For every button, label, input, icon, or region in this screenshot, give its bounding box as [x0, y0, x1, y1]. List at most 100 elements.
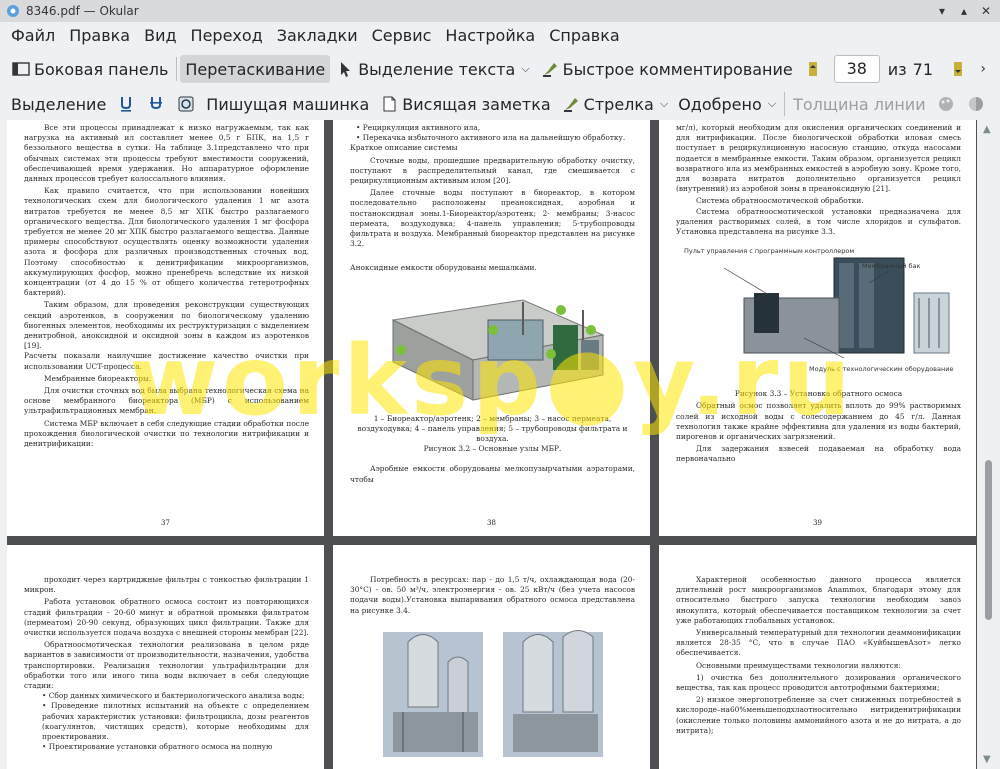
- page-number: 39: [813, 518, 822, 527]
- opacity-button[interactable]: [961, 90, 991, 118]
- figure-callout: Модуль с технологическим оборудованием: [809, 365, 954, 373]
- figure-caption: 1 – Биореактор/аэротенк; 2 – мембраны; 3…: [357, 413, 628, 444]
- list-item: Рециркуляция активного ила,: [356, 123, 635, 133]
- stamp-button[interactable]: [171, 90, 201, 118]
- page-paragraph: Система обратноосмотической установки пр…: [676, 206, 961, 237]
- pdf-page-40: проходит через картриджные фильтры с тон…: [7, 545, 324, 769]
- popup-note-button[interactable]: Висящая заметка: [374, 90, 555, 118]
- close-icon[interactable]: ✕: [976, 2, 996, 20]
- chevron-down-icon[interactable]: ⌵: [521, 62, 529, 76]
- toolbar-overflow-icon[interactable]: ›: [980, 61, 986, 77]
- page-paragraph: Характерной особенностью данного процесс…: [676, 575, 961, 625]
- menu-view[interactable]: Вид: [137, 22, 183, 50]
- document-viewport[interactable]: Все эти процессы принадлежат к низко наг…: [7, 120, 977, 769]
- list-item: Перекачка избыточного активного ила на д…: [356, 133, 635, 143]
- scrollbar-thumb[interactable]: [985, 460, 992, 620]
- stamp-icon: [178, 96, 194, 112]
- selection-button[interactable]: Выделение: [6, 90, 111, 118]
- pdf-page-42: Характерной особенностью данного процесс…: [659, 545, 976, 769]
- page-heading: Краткое описание системы: [350, 143, 458, 153]
- opacity-icon: [968, 97, 983, 111]
- page-paragraph: 1) очистка без дополнительного дозирован…: [676, 672, 961, 693]
- arrow-button[interactable]: Стрелка ⌵: [556, 90, 674, 118]
- page-paragraph: проходит через картриджные фильтры с тон…: [24, 575, 309, 595]
- menu-settings[interactable]: Настройка: [438, 22, 542, 50]
- drag-tool-button[interactable]: Перетаскивание: [180, 55, 331, 83]
- figure-callout: Мембранный бак: [862, 262, 921, 270]
- approved-label: Одобрено: [678, 94, 762, 114]
- okular-app-icon: [7, 5, 19, 17]
- previous-page-button[interactable]: [798, 55, 828, 83]
- evaporator-photos: [382, 629, 603, 757]
- typewriter-button[interactable]: Пишущая машинка: [201, 90, 374, 118]
- figure-label: Рисунок 3.2 – Основные узлы МБР.: [423, 444, 562, 454]
- page-paragraph: Как правило считается, что при использов…: [24, 186, 309, 298]
- note-icon: [383, 96, 396, 112]
- typewriter-label: Пишущая машинка: [206, 94, 370, 114]
- page-paragraph: мг/л), который необходим для окисления о…: [676, 123, 961, 194]
- figure-title: Аноксидные емкости оборудованы мешалками…: [350, 263, 537, 273]
- page-paragraph: Потребность в ресурсах: пар - до 1,5 т/ч…: [350, 575, 635, 615]
- menu-help[interactable]: Справка: [542, 22, 627, 50]
- list-item: Сбор данных химического и бактериологиче…: [42, 691, 309, 701]
- page-number: 37: [161, 518, 170, 527]
- bullet-list: Рециркуляция активного ила, Перекачка из…: [356, 123, 635, 143]
- menu-file[interactable]: Файл: [4, 22, 62, 50]
- chevron-down-icon[interactable]: ⌵: [768, 97, 776, 111]
- main-toolbar: Боковая панель Перетаскивание Выделение …: [0, 52, 1000, 86]
- page-paragraph: Обратноосмотическая технология реализова…: [24, 640, 309, 691]
- previous-page-icon: [808, 62, 817, 76]
- window-controls: ▾ ▴ ✕: [932, 2, 1000, 20]
- page-paragraph: 2) низкое энергопотребление за счет сниж…: [676, 695, 961, 735]
- page-paragraph: Основными преимуществами технологии явля…: [696, 660, 901, 670]
- page-of-label: из: [887, 59, 907, 79]
- mbr-illustration: [390, 299, 605, 401]
- color-button[interactable]: [931, 90, 961, 118]
- annotation-toolbar: Выделение Пишущая машинка Висящая заметк…: [0, 87, 1000, 121]
- next-page-icon: [954, 62, 963, 76]
- approved-stamp-button[interactable]: Одобрено ⌵: [673, 90, 781, 118]
- quick-comment-label: Быстрое комментирование: [562, 59, 793, 79]
- quick-comment-button[interactable]: Быстрое комментирование: [535, 55, 798, 83]
- ro-unit-illustration: Пульт управления с программным контролле…: [684, 247, 954, 373]
- selection-label: Выделение: [11, 94, 107, 114]
- chevron-down-icon[interactable]: ⌵: [660, 97, 668, 111]
- strikeout-button[interactable]: [141, 90, 171, 118]
- page-paragraph: Таким образом, для проведения реконструк…: [24, 300, 309, 351]
- menubar: Файл Правка Вид Переход Закладки Сервис …: [0, 22, 1000, 50]
- pen-icon: [563, 98, 578, 112]
- page-number: 38: [487, 518, 496, 527]
- line-width-button[interactable]: Толщина линии: [788, 90, 931, 118]
- highlighter-icon: [542, 63, 557, 77]
- sidebar-button[interactable]: Боковая панель: [6, 55, 173, 83]
- sidebar-label: Боковая панель: [34, 59, 169, 79]
- toolbar-separator: [176, 57, 178, 81]
- pdf-page-41: Потребность в ресурсах: пар - до 1,5 т/ч…: [333, 545, 650, 769]
- next-page-button[interactable]: [943, 55, 973, 83]
- maximize-icon[interactable]: ▴: [954, 2, 974, 20]
- page-paragraph: Расчеты показали наилучшие достижение ка…: [24, 351, 309, 371]
- menu-edit[interactable]: Правка: [62, 22, 137, 50]
- text-select-button[interactable]: Выделение текста ⌵: [330, 55, 534, 83]
- sidebar-icon: [12, 62, 30, 76]
- page-paragraph: Обратный осмос позволяет удалить вплоть …: [676, 401, 961, 442]
- menu-bookmarks[interactable]: Закладки: [270, 22, 365, 50]
- menu-go[interactable]: Переход: [184, 22, 270, 50]
- popup-note-label: Висящая заметка: [402, 94, 551, 114]
- cursor-icon: [341, 62, 351, 77]
- page-paragraph: Универсальный температурный для технолог…: [676, 628, 961, 658]
- minimize-icon[interactable]: ▾: [932, 2, 952, 20]
- pdf-page-38: Рециркуляция активного ила, Перекачка из…: [333, 120, 650, 536]
- list-item: Проектирование установки обратного осмос…: [42, 742, 309, 752]
- figure-callout: Пульт управления с программным контролле…: [684, 247, 854, 255]
- scroll-down-icon[interactable]: ▼: [983, 754, 991, 765]
- window-title: 8346.pdf — Okular: [26, 4, 139, 18]
- scroll-up-icon[interactable]: ▲: [983, 124, 991, 135]
- bullet-list: Сбор данных химического и бактериологиче…: [42, 691, 309, 752]
- vertical-scrollbar[interactable]: ▲ ▼: [977, 120, 1000, 769]
- pdf-page-37: Все эти процессы принадлежат к низко наг…: [7, 120, 324, 536]
- menu-tools[interactable]: Сервис: [365, 22, 439, 50]
- underline-button[interactable]: [111, 90, 141, 118]
- page-paragraph: Аэробные емкости оборудованы мелкопузырч…: [350, 464, 635, 484]
- page-number-input[interactable]: 38: [833, 55, 880, 83]
